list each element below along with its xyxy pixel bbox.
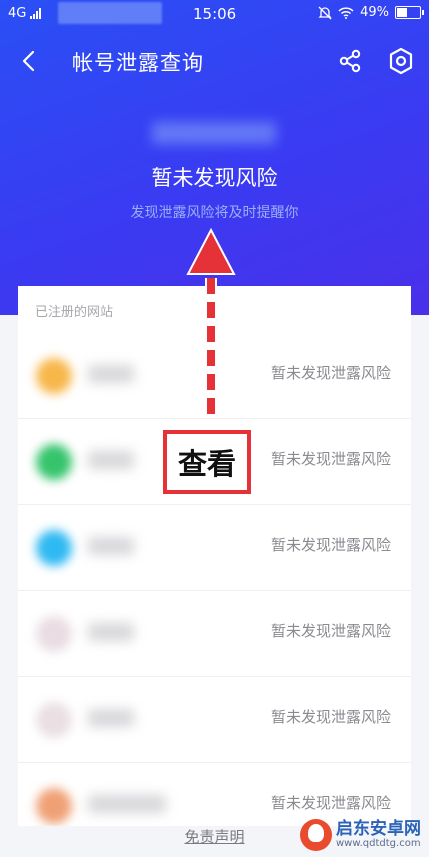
site-name-blurred (88, 709, 134, 727)
nav-bar: 帐号泄露查询 (0, 36, 429, 86)
site-status: 暂未发现泄露风险 (270, 622, 391, 640)
battery-icon (395, 6, 424, 19)
battery-percent: 49% (360, 5, 389, 20)
risk-status-title: 暂未发现风险 (151, 166, 278, 190)
watermark: 启东安卓网 www.qdtdtg.com (300, 815, 428, 855)
annotation-arrow-icon (186, 228, 236, 420)
site-row[interactable]: 暂未发现泄露风险 (18, 590, 411, 677)
watermark-name: 启东安卓网 (336, 819, 421, 839)
site-logo (36, 444, 72, 480)
blurred-account-id (152, 122, 276, 144)
site-status: 暂未发现泄露风险 (270, 708, 391, 726)
site-row[interactable]: 暂未发现泄露风险 (18, 504, 411, 591)
site-logo (36, 616, 72, 652)
site-name-blurred (88, 451, 134, 469)
mute-bell-icon (318, 6, 332, 19)
watermark-logo-icon (300, 819, 332, 851)
settings-icon[interactable] (388, 47, 414, 75)
site-logo (36, 358, 72, 394)
site-name-blurred (88, 537, 134, 555)
clock: 15:06 (193, 5, 237, 23)
page-title: 帐号泄露查询 (72, 51, 204, 75)
view-annotation-badge: 查看 (163, 430, 251, 494)
site-status: 暂未发现泄露风险 (270, 450, 391, 468)
site-status: 暂未发现泄露风险 (270, 794, 391, 812)
site-status: 暂未发现泄露风险 (270, 536, 391, 554)
site-name-blurred (88, 623, 134, 641)
site-name-blurred (88, 795, 166, 813)
blurred-carrier (58, 2, 162, 24)
share-icon[interactable] (338, 48, 362, 74)
network-type: 4G (8, 6, 27, 21)
site-name-blurred (88, 365, 134, 383)
signal-icon (30, 8, 42, 19)
wifi-icon (338, 6, 354, 19)
status-bar: 4G 15:06 49% (0, 0, 429, 28)
watermark-url: www.qdtdtg.com (336, 838, 421, 849)
back-arrow-icon[interactable] (18, 48, 40, 74)
site-logo (36, 530, 72, 566)
site-logo (36, 702, 72, 738)
site-row[interactable]: 暂未发现泄露风险 (18, 676, 411, 763)
risk-status-subtitle: 发现泄露风险将及时提醒你 (130, 205, 299, 221)
section-label: 已注册的网站 (35, 305, 114, 320)
site-status: 暂未发现泄露风险 (270, 364, 391, 382)
site-logo (36, 788, 72, 824)
